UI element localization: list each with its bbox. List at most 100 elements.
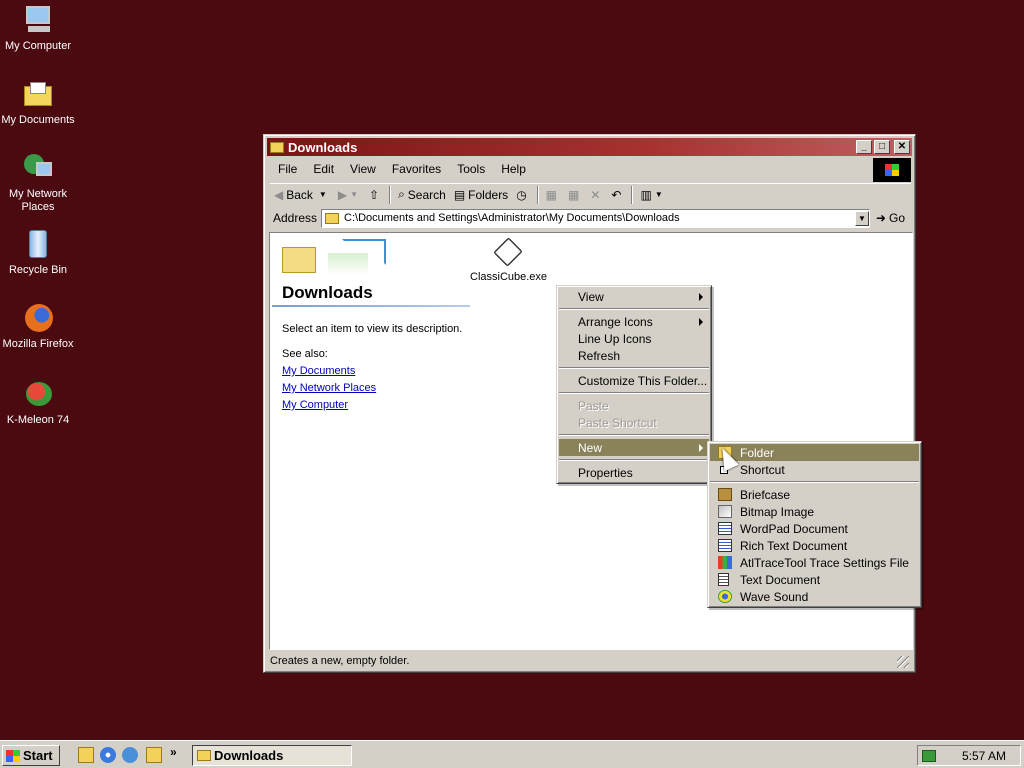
menu-item-properties[interactable]: Properties — [559, 464, 709, 481]
paint-icon — [718, 505, 732, 518]
link-my-documents[interactable]: My Documents — [282, 365, 355, 377]
undo-button[interactable]: ↶ — [607, 185, 628, 205]
folders-label: Folders — [468, 187, 509, 202]
menu-item-label: Paste Shortcut — [578, 415, 657, 430]
desktop-icon-recycle-bin[interactable]: Recycle Bin — [0, 228, 76, 277]
chevron-right-icon[interactable]: » — [170, 745, 186, 761]
menu-favorites[interactable]: Favorites — [384, 162, 449, 176]
menu-help[interactable]: Help — [493, 162, 534, 176]
link-my-computer[interactable]: My Computer — [282, 399, 348, 411]
desktop-icon-my-network-places[interactable]: My Network Places — [0, 152, 76, 214]
text-document-icon — [718, 573, 729, 586]
menu-item-label: AtlTraceTool Trace Settings File — [740, 555, 909, 570]
history-button[interactable]: ◷ — [512, 185, 533, 205]
panel-description: Select an item to view its description. — [282, 323, 463, 335]
new-item-atltracetool-settings[interactable]: AtlTraceTool Trace Settings File — [710, 554, 919, 571]
menu-item-refresh[interactable]: Refresh — [559, 347, 709, 364]
explorer-icon[interactable] — [146, 747, 162, 763]
copy-to-button[interactable]: ▦ — [564, 185, 586, 205]
document-icon — [718, 522, 732, 535]
see-also-label: See also: — [282, 348, 328, 360]
menu-item-customize-folder[interactable]: Customize This Folder... — [559, 372, 709, 389]
forward-button[interactable]: ▶ ▼ — [334, 185, 365, 205]
folder-icon — [325, 212, 340, 224]
title-bar[interactable]: Downloads _ □ ✕ — [267, 138, 912, 156]
menu-item-view[interactable]: View — [559, 288, 709, 305]
menu-item-label: Arrange Icons — [578, 314, 653, 329]
address-input[interactable]: C:\Documents and Settings\Administrator\… — [321, 208, 870, 228]
new-item-rich-text-document[interactable]: Rich Text Document — [710, 537, 919, 554]
clock[interactable]: 5:57 AM — [962, 749, 1006, 763]
views-button[interactable]: ▥ ▼ — [636, 185, 669, 205]
folders-button[interactable]: ▤ Folders — [450, 185, 512, 205]
toolbar-separator — [631, 185, 634, 204]
menu-item-line-up-icons[interactable]: Line Up Icons — [559, 330, 709, 347]
menu-item-arrange-icons[interactable]: Arrange Icons — [559, 313, 709, 330]
status-bar: Creates a new, empty folder. — [268, 653, 911, 670]
delete-button[interactable]: ✕ — [586, 185, 607, 205]
briefcase-icon — [718, 488, 732, 501]
menu-item-new[interactable]: New — [559, 439, 709, 456]
menu-edit[interactable]: Edit — [305, 162, 342, 176]
desktop-icon-mozilla-firefox[interactable]: Mozilla Firefox — [0, 302, 76, 351]
new-item-shortcut[interactable]: Shortcut — [710, 461, 919, 478]
address-dropdown-button[interactable]: ▼ — [854, 210, 869, 226]
up-button[interactable]: ⇧ — [365, 185, 386, 205]
undo-icon: ↶ — [611, 187, 622, 202]
new-item-folder[interactable]: Folder — [710, 444, 919, 461]
views-icon: ▥ — [640, 187, 652, 202]
desktop-icon-label: My Documents — [1, 114, 75, 126]
new-item-text-document[interactable]: Text Document — [710, 571, 919, 588]
windows-logo — [873, 158, 911, 182]
toolbar-separator — [536, 185, 539, 204]
go-button[interactable]: ➜ Go — [870, 211, 911, 225]
search-button[interactable]: ⌕ Search — [394, 185, 450, 205]
forward-arrow-icon: ▶ — [337, 187, 348, 202]
close-button[interactable]: ✕ — [894, 140, 910, 154]
desktop-icon-my-documents[interactable]: My Documents — [0, 78, 76, 127]
submenu-arrow-icon — [699, 293, 703, 301]
start-button[interactable]: Start — [2, 745, 60, 766]
windows-flag-icon — [6, 749, 20, 762]
minimize-button[interactable]: _ — [856, 140, 872, 154]
new-item-wave-sound[interactable]: Wave Sound — [710, 588, 919, 605]
menu-tools[interactable]: Tools — [449, 162, 493, 176]
file-classicube[interactable]: ClassiCube.exe — [470, 237, 547, 283]
menu-file[interactable]: File — [270, 162, 305, 176]
new-item-wordpad-document[interactable]: WordPad Document — [710, 520, 919, 537]
back-button[interactable]: ◀ Back ▼ — [270, 185, 334, 205]
back-label: Back — [286, 187, 313, 202]
menu-item-label: Properties — [578, 465, 633, 480]
new-item-briefcase[interactable]: Briefcase — [710, 486, 919, 503]
maximize-button[interactable]: □ — [874, 140, 890, 154]
firefox-icon — [22, 302, 54, 334]
back-arrow-icon: ◀ — [274, 187, 284, 202]
menu-separator — [559, 392, 709, 394]
move-to-button[interactable]: ▦ — [542, 185, 564, 205]
new-item-bitmap-image[interactable]: Bitmap Image — [710, 503, 919, 520]
new-submenu: Folder Shortcut Briefcase Bitmap Image W… — [707, 441, 922, 608]
show-desktop-icon[interactable] — [78, 747, 94, 763]
desktop-icon-k-meleon[interactable]: K-Meleon 74 — [0, 378, 76, 427]
start-label: Start — [23, 748, 53, 763]
menu-separator — [710, 481, 919, 483]
taskbar: Start » Downloads 5:57 AM — [0, 740, 1024, 768]
link-my-network-places[interactable]: My Network Places — [282, 382, 376, 394]
menu-separator — [559, 434, 709, 436]
taskbar-button-label: Downloads — [214, 748, 284, 763]
network-tray-icon[interactable] — [922, 749, 936, 762]
history-icon: ◷ — [516, 187, 527, 202]
trace-tool-icon — [718, 556, 732, 569]
menu-item-label: Rich Text Document — [740, 538, 848, 553]
folder-icon — [197, 750, 211, 761]
address-bar: Address C:\Documents and Settings\Admini… — [270, 207, 911, 229]
resize-grip[interactable] — [897, 656, 909, 668]
internet-explorer-icon[interactable] — [100, 747, 116, 763]
computer-icon — [22, 4, 54, 36]
taskbar-button-downloads[interactable]: Downloads — [192, 745, 352, 766]
go-label: Go — [888, 211, 905, 225]
desktop-icon-my-computer[interactable]: My Computer — [0, 4, 76, 53]
outlook-express-icon[interactable] — [122, 747, 138, 763]
menu-item-paste-shortcut: Paste Shortcut — [559, 414, 709, 431]
menu-view[interactable]: View — [342, 162, 384, 176]
